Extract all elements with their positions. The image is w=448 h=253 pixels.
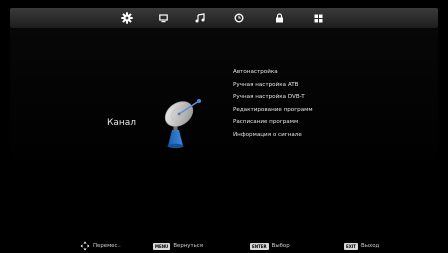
enter-key-badge: ENTER xyxy=(250,242,269,250)
lock-icon[interactable] xyxy=(272,11,286,25)
tv-icon[interactable] xyxy=(156,11,170,25)
category-title: Канал xyxy=(107,118,137,128)
exit-key-badge: EXIT xyxy=(344,242,359,250)
tv-menu-screen: Канал Автонастройка Ручная настройка ATB… xyxy=(0,0,448,253)
move-hint: Перемес.. xyxy=(80,241,121,251)
menu-return-hint: MENU Вернуться xyxy=(153,241,203,251)
key-hint-bar: Перемес.. MENU Вернуться ENTER Выбор EXI… xyxy=(10,239,438,253)
clock-icon[interactable] xyxy=(232,11,246,25)
enter-select-hint: ENTER Выбор xyxy=(250,241,290,251)
exit-hint: EXIT Выход xyxy=(344,241,379,251)
menu-tab-bar xyxy=(10,8,438,28)
enter-select-label: Выбор xyxy=(271,243,290,249)
grid-icon[interactable] xyxy=(311,11,325,25)
menu-content-area xyxy=(10,28,438,237)
satellite-dish-icon xyxy=(164,99,201,149)
channel-settings-menu: Автонастройка Ручная настройка ATB Ручна… xyxy=(233,66,313,141)
gear-icon[interactable] xyxy=(120,11,134,25)
menu-item-program-edit[interactable]: Редактирование программ xyxy=(233,104,313,117)
exit-label: Выход xyxy=(361,243,380,249)
menu-item-auto-tuning[interactable]: Автонастройка xyxy=(233,66,313,79)
dpad-arrows-icon xyxy=(80,241,90,251)
menu-key-badge: MENU xyxy=(153,242,171,250)
menu-item-manual-atv-tuning[interactable]: Ручная настройка ATB xyxy=(233,79,313,92)
move-hint-label: Перемес.. xyxy=(93,243,121,249)
menu-return-label: Вернуться xyxy=(173,243,203,249)
menu-item-signal-info[interactable]: Информация о сигнале xyxy=(233,129,313,142)
menu-item-manual-dvbt-tuning[interactable]: Ручная настройка DVB-T xyxy=(233,91,313,104)
menu-item-schedule[interactable]: Расписание программ xyxy=(233,116,313,129)
music-icon[interactable] xyxy=(193,11,207,25)
